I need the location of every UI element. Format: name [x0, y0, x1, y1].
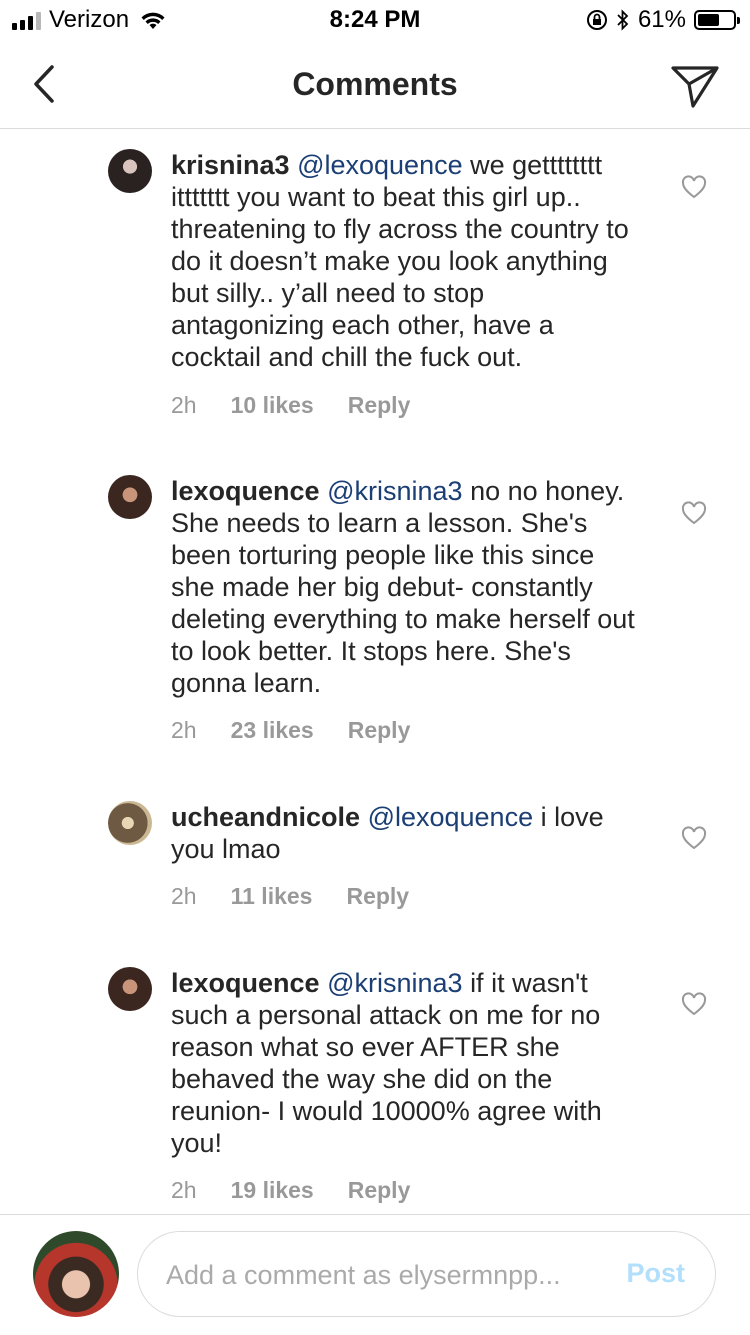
status-bar: Verizon 8:24 PM 61%: [0, 0, 750, 40]
comment-body: lexoquence @krisnina3 no no honey. She n…: [171, 475, 641, 699]
comment-body: ucheandnicole @lexoquence i love you lma…: [171, 801, 641, 865]
avatar[interactable]: [108, 149, 152, 193]
avatar[interactable]: [108, 801, 152, 845]
heart-icon[interactable]: [681, 175, 707, 199]
comment-meta: 2h 23 likes Reply: [171, 717, 444, 744]
avatar[interactable]: [108, 967, 152, 1011]
comment-mention[interactable]: @lexoquence: [368, 802, 534, 832]
reply-button[interactable]: Reply: [348, 392, 411, 419]
comment-time: 2h: [171, 717, 197, 743]
post-button[interactable]: Post: [626, 1258, 685, 1289]
reply-button[interactable]: Reply: [346, 883, 409, 910]
send-button[interactable]: [670, 62, 720, 110]
heart-icon[interactable]: [681, 826, 707, 850]
comment-username[interactable]: ucheandnicole: [171, 802, 360, 832]
comment-meta: 2h 11 likes Reply: [171, 883, 443, 910]
avatar: [33, 1231, 119, 1317]
comment-mention[interactable]: @krisnina3: [327, 968, 462, 998]
comment-time: 2h: [171, 883, 197, 909]
comment-mention[interactable]: @krisnina3: [327, 476, 462, 506]
comment-likes[interactable]: 23 likes: [231, 717, 314, 744]
comment-time: 2h: [171, 1177, 197, 1203]
heart-icon[interactable]: [681, 992, 707, 1016]
comment-time: 2h: [171, 392, 197, 418]
comment-username[interactable]: lexoquence: [171, 968, 320, 998]
comment-likes[interactable]: 10 likes: [231, 392, 314, 419]
status-right: 61%: [586, 6, 740, 34]
comment-username[interactable]: krisnina3: [171, 150, 290, 180]
nav-bar: Comments: [0, 40, 750, 129]
battery-icon: [694, 10, 740, 30]
reply-button[interactable]: Reply: [348, 1177, 411, 1204]
comment-composer: Post: [0, 1214, 750, 1335]
comment-input[interactable]: [164, 1232, 588, 1318]
paper-plane-icon: [671, 66, 719, 108]
comment-meta: 2h 19 likes Reply: [171, 1177, 444, 1204]
battery-percent: 61%: [637, 6, 686, 33]
page-title: Comments: [292, 66, 458, 102]
orientation-lock-icon: [586, 10, 607, 30]
bluetooth-icon: [617, 9, 629, 31]
comment-body: krisnina3 @lexoquence we getttttttt ittt…: [171, 149, 641, 373]
comment-text: we getttttttt ittttttt you want to beat …: [171, 150, 629, 372]
comment-username[interactable]: lexoquence: [171, 476, 320, 506]
reply-button[interactable]: Reply: [348, 717, 411, 744]
comment-body: lexoquence @krisnina3 if it wasn't such …: [171, 967, 641, 1159]
comment-mention[interactable]: @lexoquence: [297, 150, 463, 180]
comment-likes[interactable]: 11 likes: [231, 883, 313, 910]
comment-likes[interactable]: 19 likes: [231, 1177, 314, 1204]
avatar[interactable]: [108, 475, 152, 519]
heart-icon[interactable]: [681, 501, 707, 525]
comment-input-box: Post: [137, 1231, 716, 1318]
comment-meta: 2h 10 likes Reply: [171, 392, 444, 419]
battery-fill: [698, 14, 719, 26]
comment-text: no no honey. She needs to learn a lesson…: [171, 476, 635, 698]
